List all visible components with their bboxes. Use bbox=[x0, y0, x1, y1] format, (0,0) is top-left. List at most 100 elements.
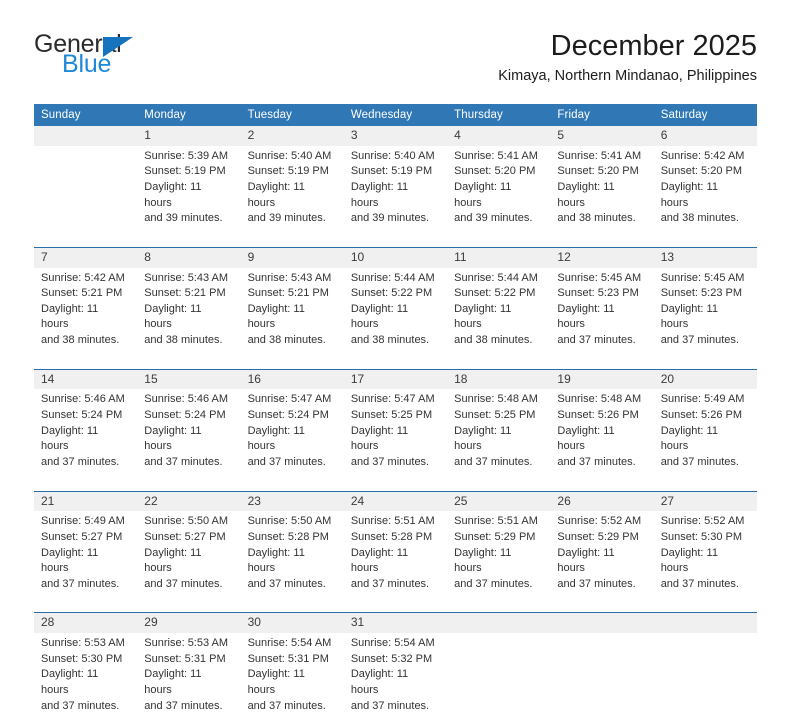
weekday-header-wednesday: Wednesday bbox=[343, 104, 448, 126]
day-cell[interactable]: Sunrise: 5:41 AM Sunset: 5:20 PM Dayligh… bbox=[550, 145, 654, 239]
day-cell[interactable]: Sunrise: 5:51 AM Sunset: 5:29 PM Dayligh… bbox=[447, 511, 551, 605]
daylight-text-line2: and 38 minutes. bbox=[41, 334, 120, 347]
sunset-text: Sunset: 5:19 PM bbox=[144, 165, 226, 178]
day-number[interactable]: 9 bbox=[240, 246, 344, 268]
day-number[interactable]: 14 bbox=[34, 368, 138, 390]
week-row-details: Sunrise: 5:49 AM Sunset: 5:27 PM Dayligh… bbox=[34, 511, 757, 605]
day-cell[interactable]: Sunrise: 5:53 AM Sunset: 5:31 PM Dayligh… bbox=[137, 633, 241, 726]
daylight-text-line1: Daylight: 11 hours bbox=[350, 424, 409, 453]
day-cell[interactable]: Sunrise: 5:47 AM Sunset: 5:25 PM Dayligh… bbox=[343, 389, 448, 483]
day-cell[interactable]: Sunrise: 5:40 AM Sunset: 5:19 PM Dayligh… bbox=[240, 145, 344, 239]
day-cell[interactable]: Sunrise: 5:39 AM Sunset: 5:19 PM Dayligh… bbox=[137, 145, 241, 239]
day-number[interactable]: 18 bbox=[447, 368, 551, 390]
sunrise-text: Sunrise: 5:50 AM bbox=[144, 515, 229, 528]
day-number[interactable]: 31 bbox=[343, 612, 448, 634]
day-number[interactable]: 27 bbox=[653, 490, 757, 512]
daylight-text-line1: Daylight: 11 hours bbox=[454, 181, 512, 209]
day-cell[interactable] bbox=[550, 633, 654, 726]
day-number[interactable] bbox=[447, 612, 551, 634]
day-cell[interactable]: Sunrise: 5:49 AM Sunset: 5:26 PM Dayligh… bbox=[653, 389, 757, 483]
day-number[interactable]: 19 bbox=[550, 368, 654, 390]
sunrise-text: Sunrise: 5:39 AM bbox=[144, 149, 229, 162]
day-cell[interactable]: Sunrise: 5:41 AM Sunset: 5:20 PM Dayligh… bbox=[447, 145, 551, 239]
day-cell[interactable]: Sunrise: 5:48 AM Sunset: 5:26 PM Dayligh… bbox=[550, 389, 654, 483]
day-number[interactable]: 15 bbox=[137, 368, 241, 390]
sunrise-text: Sunrise: 5:51 AM bbox=[454, 515, 538, 528]
day-number[interactable]: 26 bbox=[550, 490, 654, 512]
sunset-text: Sunset: 5:19 PM bbox=[350, 165, 433, 178]
day-cell[interactable]: Sunrise: 5:46 AM Sunset: 5:24 PM Dayligh… bbox=[34, 389, 138, 483]
daylight-text-line1: Daylight: 11 hours bbox=[557, 546, 615, 575]
day-cell[interactable]: Sunrise: 5:51 AM Sunset: 5:28 PM Dayligh… bbox=[343, 511, 448, 605]
daylight-text-line2: and 37 minutes. bbox=[660, 455, 739, 468]
general-blue-logo[interactable]: General Blue bbox=[34, 30, 234, 88]
day-number[interactable]: 5 bbox=[550, 126, 654, 146]
day-cell[interactable]: Sunrise: 5:53 AM Sunset: 5:30 PM Dayligh… bbox=[34, 633, 138, 726]
day-cell[interactable]: Sunrise: 5:42 AM Sunset: 5:20 PM Dayligh… bbox=[653, 145, 757, 239]
day-cell[interactable] bbox=[34, 145, 138, 239]
day-number[interactable]: 30 bbox=[240, 612, 344, 634]
day-number[interactable]: 23 bbox=[240, 490, 344, 512]
day-cell[interactable]: Sunrise: 5:49 AM Sunset: 5:27 PM Dayligh… bbox=[34, 511, 138, 605]
daylight-text-line1: Daylight: 11 hours bbox=[660, 424, 718, 453]
day-cell[interactable]: Sunrise: 5:43 AM Sunset: 5:21 PM Dayligh… bbox=[137, 267, 241, 361]
daylight-text-line1: Daylight: 11 hours bbox=[350, 668, 409, 696]
day-number[interactable]: 25 bbox=[447, 490, 551, 512]
calendar-body: 1 2 3 4 5 6 Sunrise: 5:39 AM Sunset: 5:1… bbox=[34, 126, 757, 726]
sunset-text: Sunset: 5:21 PM bbox=[247, 287, 329, 300]
day-cell[interactable]: Sunrise: 5:54 AM Sunset: 5:31 PM Dayligh… bbox=[240, 633, 344, 726]
day-number[interactable]: 28 bbox=[34, 612, 138, 634]
page-title: December 2025 bbox=[550, 30, 757, 62]
sunset-text: Sunset: 5:28 PM bbox=[350, 530, 433, 543]
day-number[interactable]: 1 bbox=[137, 126, 241, 146]
day-number[interactable]: 22 bbox=[137, 490, 241, 512]
day-cell[interactable]: Sunrise: 5:50 AM Sunset: 5:28 PM Dayligh… bbox=[240, 511, 344, 605]
day-number[interactable] bbox=[550, 612, 654, 634]
day-number[interactable]: 4 bbox=[447, 126, 551, 146]
daylight-text-line2: and 37 minutes. bbox=[41, 699, 120, 712]
day-number[interactable]: 10 bbox=[343, 246, 448, 268]
day-cell[interactable]: Sunrise: 5:44 AM Sunset: 5:22 PM Dayligh… bbox=[447, 267, 551, 361]
day-number[interactable] bbox=[653, 612, 757, 634]
day-number[interactable]: 17 bbox=[343, 368, 448, 390]
daylight-text-line2: and 37 minutes. bbox=[247, 455, 326, 468]
week-spacer-cell bbox=[34, 360, 757, 370]
calendar-table: Sunday Monday Tuesday Wednesday Thursday… bbox=[34, 104, 757, 726]
day-number[interactable] bbox=[34, 126, 138, 146]
day-number[interactable]: 24 bbox=[343, 490, 448, 512]
day-cell[interactable]: Sunrise: 5:42 AM Sunset: 5:21 PM Dayligh… bbox=[34, 267, 138, 361]
day-cell[interactable]: Sunrise: 5:44 AM Sunset: 5:22 PM Dayligh… bbox=[343, 267, 448, 361]
day-number[interactable]: 11 bbox=[447, 246, 551, 268]
sunset-text: Sunset: 5:25 PM bbox=[454, 409, 536, 422]
day-number[interactable]: 2 bbox=[240, 126, 344, 146]
day-cell[interactable]: Sunrise: 5:46 AM Sunset: 5:24 PM Dayligh… bbox=[137, 389, 241, 483]
day-cell[interactable] bbox=[447, 633, 551, 726]
day-number[interactable]: 21 bbox=[34, 490, 138, 512]
day-cell[interactable]: Sunrise: 5:52 AM Sunset: 5:30 PM Dayligh… bbox=[653, 511, 757, 605]
sunset-text: Sunset: 5:22 PM bbox=[350, 287, 433, 300]
daylight-text-line2: and 37 minutes. bbox=[350, 699, 430, 712]
day-cell[interactable]: Sunrise: 5:54 AM Sunset: 5:32 PM Dayligh… bbox=[343, 633, 448, 726]
day-number[interactable]: 12 bbox=[550, 246, 654, 268]
day-cell[interactable] bbox=[653, 633, 757, 726]
sunset-text: Sunset: 5:25 PM bbox=[350, 409, 433, 422]
day-number[interactable]: 16 bbox=[240, 368, 344, 390]
day-number[interactable]: 6 bbox=[653, 126, 757, 146]
day-number[interactable]: 29 bbox=[137, 612, 241, 634]
day-cell[interactable]: Sunrise: 5:43 AM Sunset: 5:21 PM Dayligh… bbox=[240, 267, 344, 361]
sunrise-text: Sunrise: 5:46 AM bbox=[144, 393, 229, 406]
day-cell[interactable]: Sunrise: 5:45 AM Sunset: 5:23 PM Dayligh… bbox=[550, 267, 654, 361]
day-cell[interactable]: Sunrise: 5:50 AM Sunset: 5:27 PM Dayligh… bbox=[137, 511, 241, 605]
day-number[interactable]: 20 bbox=[653, 368, 757, 390]
daylight-text-line2: and 37 minutes. bbox=[454, 577, 533, 590]
day-cell[interactable]: Sunrise: 5:47 AM Sunset: 5:24 PM Dayligh… bbox=[240, 389, 344, 483]
day-cell[interactable]: Sunrise: 5:40 AM Sunset: 5:19 PM Dayligh… bbox=[343, 145, 448, 239]
day-number[interactable]: 8 bbox=[137, 246, 241, 268]
day-cell[interactable]: Sunrise: 5:52 AM Sunset: 5:29 PM Dayligh… bbox=[550, 511, 654, 605]
day-number[interactable]: 3 bbox=[343, 126, 448, 146]
day-cell[interactable]: Sunrise: 5:48 AM Sunset: 5:25 PM Dayligh… bbox=[447, 389, 551, 483]
day-number[interactable]: 13 bbox=[653, 246, 757, 268]
sunset-text: Sunset: 5:23 PM bbox=[557, 287, 639, 300]
day-number[interactable]: 7 bbox=[34, 246, 138, 268]
day-cell[interactable]: Sunrise: 5:45 AM Sunset: 5:23 PM Dayligh… bbox=[653, 267, 757, 361]
